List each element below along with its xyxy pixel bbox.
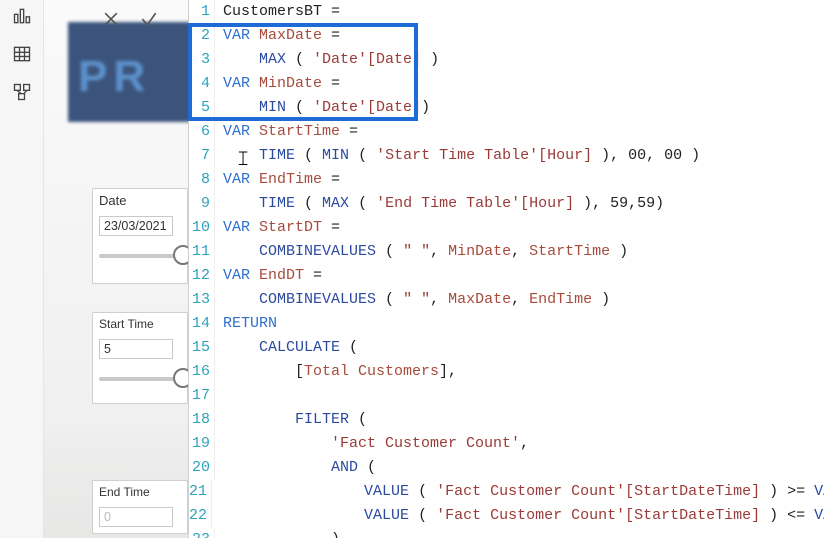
report-view-icon[interactable] xyxy=(12,6,32,26)
dax-editor[interactable]: 1CustomersBT =2VAR MaxDate =3 MAX ( 'Dat… xyxy=(188,0,824,538)
code-line[interactable]: 7 TIME ( MIN ( 'Start Time Table'[Hour] … xyxy=(189,144,824,168)
code-content[interactable]: VAR StartDT = xyxy=(215,216,340,240)
code-content[interactable]: VALUE ( 'Fact Customer Count'[StartDateT… xyxy=(212,504,824,528)
code-line[interactable]: 5 MIN ( 'Date'[Date]) xyxy=(189,96,824,120)
code-content[interactable]: [Total Customers], xyxy=(215,360,457,384)
line-number: 13 xyxy=(189,288,215,312)
code-line[interactable]: 3 MAX ( 'Date'[Date] ) xyxy=(189,48,824,72)
view-rail xyxy=(0,0,44,538)
code-line[interactable]: 8VAR EndTime = xyxy=(189,168,824,192)
code-line[interactable]: 13 COMBINEVALUES ( " ", MaxDate, EndTime… xyxy=(189,288,824,312)
code-content[interactable]: COMBINEVALUES ( " ", MinDate, StartTime … xyxy=(215,240,628,264)
line-number: 12 xyxy=(189,264,215,288)
code-line[interactable]: 18 FILTER ( xyxy=(189,408,824,432)
start-time-slicer[interactable]: Start Time xyxy=(92,312,188,404)
code-line[interactable]: 20 AND ( xyxy=(189,456,824,480)
line-number: 20 xyxy=(189,456,215,480)
code-content[interactable]: ) xyxy=(215,528,340,538)
code-content[interactable]: VAR StartTime = xyxy=(215,120,358,144)
code-line[interactable]: 10VAR StartDT = xyxy=(189,216,824,240)
code-line[interactable]: 4VAR MinDate = xyxy=(189,72,824,96)
line-number: 15 xyxy=(189,336,215,360)
line-number: 22 xyxy=(189,504,212,528)
date-slicer[interactable]: Date xyxy=(92,188,188,284)
line-number: 18 xyxy=(189,408,215,432)
data-view-icon[interactable] xyxy=(12,44,32,64)
code-content[interactable]: CALCULATE ( xyxy=(215,336,358,360)
code-line[interactable]: 11 COMBINEVALUES ( " ", MinDate, StartTi… xyxy=(189,240,824,264)
code-line[interactable]: 23 ) xyxy=(189,528,824,538)
commit-button[interactable] xyxy=(134,4,164,34)
line-number: 1 xyxy=(189,0,215,24)
code-content[interactable]: MIN ( 'Date'[Date]) xyxy=(215,96,430,120)
code-line[interactable]: 17 xyxy=(189,384,824,408)
date-input[interactable] xyxy=(99,216,173,236)
code-content[interactable]: TIME ( MAX ( 'End Time Table'[Hour] ), 5… xyxy=(215,192,664,216)
start-time-slider[interactable] xyxy=(99,377,181,381)
end-time-title: End Time xyxy=(99,485,181,499)
line-number: 5 xyxy=(189,96,215,120)
line-number: 2 xyxy=(189,24,215,48)
start-time-input[interactable] xyxy=(99,339,173,359)
code-content[interactable]: CustomersBT = xyxy=(215,0,340,24)
line-number: 11 xyxy=(189,240,215,264)
date-slider[interactable] xyxy=(99,254,181,258)
line-number: 14 xyxy=(189,312,215,336)
end-time-slicer[interactable]: End Time xyxy=(92,480,188,534)
code-content[interactable]: MAX ( 'Date'[Date] ) xyxy=(215,48,439,72)
code-content[interactable]: VAR MinDate = xyxy=(215,72,340,96)
line-number: 17 xyxy=(189,384,215,408)
code-line[interactable]: 15 CALCULATE ( xyxy=(189,336,824,360)
model-view-icon[interactable] xyxy=(12,82,32,102)
code-content[interactable]: 'Fact Customer Count', xyxy=(215,432,529,456)
line-number: 6 xyxy=(189,120,215,144)
code-content[interactable]: TIME ( MIN ( 'Start Time Table'[Hour] ),… xyxy=(215,144,700,168)
formula-toolbar xyxy=(96,4,164,34)
code-line[interactable]: 19 'Fact Customer Count', xyxy=(189,432,824,456)
line-number: 19 xyxy=(189,432,215,456)
code-content[interactable]: COMBINEVALUES ( " ", MaxDate, EndTime ) xyxy=(215,288,610,312)
code-line[interactable]: 2VAR MaxDate = xyxy=(189,24,824,48)
code-content[interactable]: VAR EndTime = xyxy=(215,168,340,192)
line-number: 16 xyxy=(189,360,215,384)
code-content[interactable]: VAR MaxDate = xyxy=(215,24,340,48)
line-number: 4 xyxy=(189,72,215,96)
code-line[interactable]: 14RETURN xyxy=(189,312,824,336)
code-line[interactable]: 1CustomersBT = xyxy=(189,0,824,24)
code-line[interactable]: 16 [Total Customers], xyxy=(189,360,824,384)
code-line[interactable]: 6VAR StartTime = xyxy=(189,120,824,144)
app-root: PR 1CustomersBT =2VAR MaxDate =3 MAX ( '… xyxy=(0,0,824,538)
code-line[interactable]: 9 TIME ( MAX ( 'End Time Table'[Hour] ),… xyxy=(189,192,824,216)
cancel-button[interactable] xyxy=(96,4,126,34)
code-content[interactable]: RETURN xyxy=(215,312,277,336)
line-number: 3 xyxy=(189,48,215,72)
code-content[interactable]: FILTER ( xyxy=(215,408,367,432)
code-content[interactable]: VAR EndDT = xyxy=(215,264,322,288)
line-number: 10 xyxy=(189,216,215,240)
code-line[interactable]: 22 VALUE ( 'Fact Customer Count'[StartDa… xyxy=(189,504,824,528)
line-number: 9 xyxy=(189,192,215,216)
line-number: 21 xyxy=(189,480,212,504)
start-time-title: Start Time xyxy=(99,317,181,331)
line-number: 8 xyxy=(189,168,215,192)
code-content[interactable]: AND ( xyxy=(215,456,376,480)
report-canvas: PR 1CustomersBT =2VAR MaxDate =3 MAX ( '… xyxy=(44,0,824,538)
line-number: 23 xyxy=(189,528,215,538)
end-time-input[interactable] xyxy=(99,507,173,527)
code-line[interactable]: 12VAR EndDT = xyxy=(189,264,824,288)
code-line[interactable]: 21 VALUE ( 'Fact Customer Count'[StartDa… xyxy=(189,480,824,504)
code-content[interactable]: VALUE ( 'Fact Customer Count'[StartDateT… xyxy=(212,480,824,504)
line-number: 7 xyxy=(189,144,215,168)
date-slicer-title: Date xyxy=(99,193,181,208)
